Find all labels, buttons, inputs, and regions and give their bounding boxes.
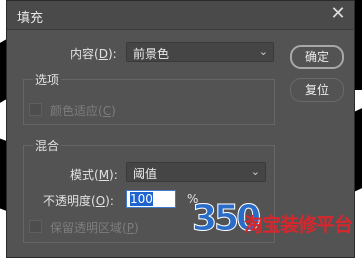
reset-button[interactable]: 复位 <box>290 78 344 102</box>
color-adaptation-label[interactable]: 颜色适应(C) <box>50 102 116 119</box>
color-adaptation-checkbox[interactable] <box>29 103 42 116</box>
title-bar: 填充 ✕ <box>7 1 354 30</box>
preserve-transparency-checkbox[interactable] <box>29 220 42 233</box>
preserve-transparency-label[interactable]: 保留透明区域(P) <box>50 219 139 236</box>
contents-select-value: 前景色 <box>133 47 170 61</box>
options-group-title: 选项 <box>33 71 62 88</box>
dialog-title: 填充 <box>17 11 44 26</box>
contents-select[interactable]: 前景色 ⌄ <box>126 42 274 62</box>
opacity-value: 100 <box>130 192 153 206</box>
watermark-text: 淘宝装修平台 <box>244 214 353 236</box>
chevron-down-icon: ⌄ <box>258 45 268 58</box>
contents-label: 内容(D): <box>70 47 117 61</box>
mode-label: 模式(M): <box>70 168 118 182</box>
mode-select[interactable]: 阈值 ⌄ <box>126 162 266 182</box>
blending-group-title: 混合 <box>33 137 62 154</box>
ok-button[interactable]: 确定 <box>290 45 344 69</box>
background-artwork <box>354 0 362 90</box>
background-artwork <box>354 108 362 192</box>
mode-select-value: 阈值 <box>133 167 158 181</box>
chevron-down-icon: ⌄ <box>250 165 260 178</box>
opacity-input[interactable]: 100 <box>126 190 176 208</box>
opacity-label: 不透明度(O): <box>43 194 114 208</box>
close-icon[interactable]: ✕ <box>328 4 348 24</box>
watermark-logo: 350 淘宝装修平台 <box>191 198 362 244</box>
